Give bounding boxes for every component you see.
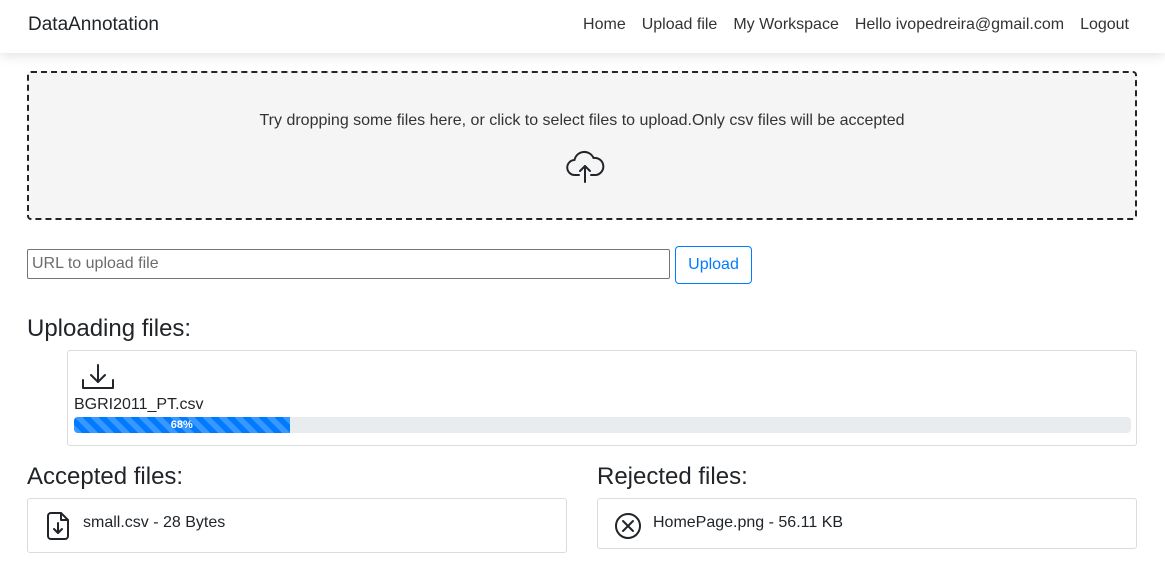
uploading-files-heading: Uploading files: [27, 315, 192, 342]
brand-logo[interactable]: DataAnnotation [28, 14, 159, 36]
rejected-file-label: HomePage.png - 56.11 KB [653, 514, 844, 531]
download-icon [82, 364, 114, 389]
nav-home-link[interactable]: Home [583, 16, 626, 34]
upload-progress-bar: 68% [74, 417, 290, 433]
upload-button[interactable]: Upload [675, 246, 752, 284]
navbar: DataAnnotation Home Upload file My Works… [0, 0, 1165, 53]
accepted-file-item: small.csv - 28 Bytes [27, 498, 567, 553]
upload-progress-track: 68% [74, 417, 1131, 433]
accepted-file-label: small.csv - 28 Bytes [83, 514, 226, 531]
dropzone-instructions: Try dropping some files here, or click t… [259, 112, 905, 129]
accepted-files-heading: Accepted files: [27, 463, 184, 490]
url-upload-input[interactable] [27, 249, 670, 279]
nav-logout-link[interactable]: Logout [1080, 16, 1129, 34]
nav-my-workspace-link[interactable]: My Workspace [733, 16, 839, 34]
nav-upload-file-link[interactable]: Upload file [642, 16, 718, 34]
uploading-file-name: BGRI2011_PT.csv [74, 396, 204, 413]
rejected-file-item: HomePage.png - 56.11 KB [597, 498, 1137, 549]
nav-user-greeting[interactable]: Hello ivopedreira@gmail.com [855, 16, 1064, 34]
file-dropzone[interactable]: Try dropping some files here, or click t… [27, 71, 1137, 220]
file-download-icon [47, 512, 69, 540]
uploading-file-card: BGRI2011_PT.csv 68% [67, 350, 1137, 446]
circle-x-icon [615, 513, 641, 539]
cloud-upload-icon [566, 150, 605, 183]
rejected-files-heading: Rejected files: [597, 463, 748, 490]
nav-links: Home Upload file My Workspace Hello ivop… [583, 16, 1129, 34]
